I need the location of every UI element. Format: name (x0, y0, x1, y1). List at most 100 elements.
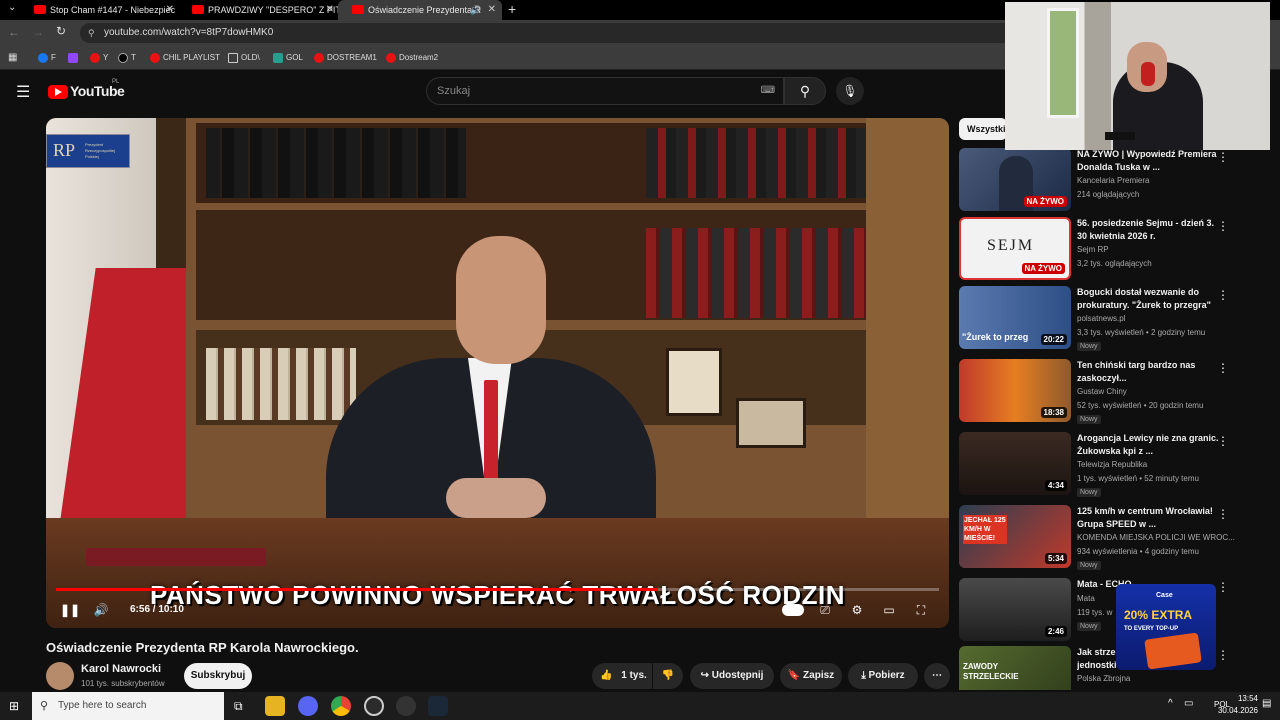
fullscreen-icon[interactable]: ⛶ (912, 600, 930, 620)
forward-icon[interactable]: → (32, 25, 44, 39)
tab-label: Stop Cham #1447 - Niebezpiec (50, 5, 176, 15)
dislike-button[interactable]: 👎 (653, 663, 683, 689)
discord-icon[interactable] (298, 696, 318, 716)
chrome-icon[interactable] (331, 696, 351, 716)
clock-time[interactable]: 13:54 (1218, 694, 1258, 703)
new-tab-icon[interactable]: + (508, 0, 516, 18)
thumb-caption: JECHAŁ 125 KM/H W MIEŚCIE! (963, 515, 1007, 544)
task-view-icon[interactable]: ⧉ (234, 699, 243, 714)
autoplay-toggle[interactable] (782, 604, 804, 616)
settings-icon[interactable]: ⚙ (848, 600, 866, 620)
time-display: 6:56 / 10:10 (130, 604, 184, 615)
tab-oswiadczenie[interactable]: Oświadczenie Prezydenta R 🔊 ✕ (338, 0, 502, 20)
site-info-icon[interactable]: ⚲ (88, 23, 95, 43)
recommended-video[interactable]: NA ŻYWO NA ŻYWO | Wypowiedź Premiera Don… (959, 148, 1259, 214)
progress-bar[interactable] (56, 588, 939, 591)
more-vert-icon[interactable]: ⋮ (1217, 219, 1229, 233)
share-label: Udostępnij (711, 670, 764, 681)
play-triangle-icon (55, 88, 62, 96)
menu-icon[interactable]: ☰ (16, 82, 30, 102)
url-text: youtube.com/watch?v=8tP7dowHMK0 (104, 27, 274, 38)
reload-icon[interactable]: ↻ (56, 24, 66, 38)
bookmark-t[interactable]: T (118, 46, 136, 70)
bookmark-twitch[interactable] (68, 46, 81, 70)
more-vert-icon[interactable]: ⋮ (1217, 434, 1229, 448)
video-thumbnail: NA ŻYWO (959, 148, 1071, 211)
apps-icon[interactable]: ▦ (8, 46, 17, 70)
download-button[interactable]: ⤓ Pobierz (848, 663, 918, 689)
chip-all[interactable]: Wszystki (959, 118, 1007, 140)
channel-name: Sejm RP (1077, 245, 1109, 254)
tab-stop-cham[interactable]: Stop Cham #1447 - Niebezpiec ✕ (20, 0, 180, 20)
video-title: NA ŻYWO | Wypowiedź Premiera Donalda Tus… (1077, 149, 1217, 172)
bookmark-dostream1[interactable]: DOSTREAM1 (314, 46, 377, 70)
recommended-video[interactable]: 4:34 Arogancja Lewicy nie zna granic. Żu… (959, 432, 1259, 498)
tab-list-icon[interactable]: ⌄ (8, 2, 16, 13)
recommended-video[interactable]: 18:38 Ten chiński targ bardzo nas zaskoc… (959, 359, 1259, 425)
bookmark-old[interactable]: OLD\ (228, 46, 260, 70)
taskbar-search-input[interactable]: ⚲ Type here to search (32, 692, 224, 720)
live-badge: NA ŻYWO (1023, 196, 1067, 207)
x-icon (118, 52, 128, 63)
miniplayer-icon[interactable]: ▭ (880, 600, 898, 620)
video-meta: 3,3 tys. wyświetleń • 2 godziny temu (1077, 328, 1206, 337)
audio-playing-icon[interactable]: 🔊 (470, 0, 481, 20)
search-icon: ⚲ (799, 83, 811, 99)
more-vert-icon[interactable]: ⋮ (1217, 361, 1229, 375)
tab-despero[interactable]: PRAWDZIWY "DESPERO" Z PITE ✕ (178, 0, 340, 20)
video-title: Bogucki dostał wezwanie do prokuratury. … (1077, 287, 1211, 310)
pause-icon[interactable]: ❚❚ (60, 600, 80, 620)
steam-icon[interactable] (428, 696, 448, 716)
search-input[interactable]: Szukaj ⌨ (426, 77, 784, 105)
tray-chevron-icon[interactable]: ^ (1168, 698, 1173, 709)
subscribe-button[interactable]: Subskrybuj (184, 663, 252, 689)
video-title: 56. posiedzenie Sejmu - dzień 3. 30 kwie… (1077, 218, 1215, 241)
windows-start-icon[interactable]: ⊞ (9, 699, 19, 713)
new-badge: Nowy (1077, 415, 1101, 424)
more-vert-icon[interactable]: ⋮ (1217, 288, 1229, 302)
speaker-head (456, 236, 546, 364)
share-button[interactable]: ↪ Udostępnij (690, 663, 774, 689)
back-icon[interactable]: ← (8, 25, 20, 39)
bookmark-y[interactable]: Y (90, 46, 108, 70)
close-icon[interactable]: ✕ (166, 0, 174, 20)
bookmark-dostream2[interactable]: Dostream2 (386, 46, 438, 70)
ad-banner[interactable]: Case 20% EXTRA TO EVERY TOP-UP (1116, 584, 1216, 670)
video-thumbnail: 2:46 (959, 578, 1071, 641)
more-actions-button[interactable]: ⋯ (924, 663, 950, 689)
bookmark-f[interactable]: F (38, 46, 56, 70)
clock-date[interactable]: 30.04.2026 (1200, 706, 1258, 715)
recommended-video[interactable]: SEJM NA ŻYWO 56. posiedzenie Sejmu - dzi… (959, 217, 1259, 283)
close-icon[interactable]: ✕ (488, 0, 496, 20)
keyboard-icon[interactable]: ⌨ (761, 78, 775, 104)
video-player[interactable]: RP Prezydent Rzeczypospolitej Polskiej P… (46, 118, 949, 628)
file-explorer-icon[interactable] (265, 696, 285, 716)
close-icon[interactable]: ✕ (326, 0, 334, 20)
bookmark-chil-playlist[interactable]: CHIL PLAYLIST (150, 46, 220, 70)
download-icon: ⤓ (861, 670, 866, 681)
recommended-video[interactable]: JECHAŁ 125 KM/H W MIEŚCIE! 5:34 125 km/h… (959, 505, 1259, 571)
network-icon[interactable]: ▭ (1184, 698, 1193, 709)
tab-label: PRAWDZIWY "DESPERO" Z PITE (208, 5, 340, 15)
video-thumbnail: 18:38 (959, 359, 1071, 422)
more-vert-icon[interactable]: ⋮ (1217, 150, 1229, 164)
notification-icon[interactable]: ▤ (1262, 698, 1271, 709)
voice-search-button[interactable]: 🎙 (836, 77, 864, 105)
like-button[interactable]: 👍 1 tys. (592, 663, 652, 689)
ad-brand: Case (1156, 592, 1173, 599)
obs-icon[interactable] (364, 696, 384, 716)
search-button[interactable]: ⚲ (784, 77, 826, 105)
more-vert-icon[interactable]: ⋮ (1217, 580, 1229, 594)
pin-app-icon[interactable] (396, 696, 416, 716)
channel-avatar[interactable] (46, 662, 74, 690)
volume-icon[interactable]: 🔊 (92, 600, 110, 620)
channel-name: Gustaw Chiny (1077, 387, 1127, 396)
save-button[interactable]: 🔖 Zapisz (780, 663, 842, 689)
subtitles-icon[interactable]: ⎚ (816, 600, 834, 620)
recommended-video[interactable]: "Żurek to przeg 20:22 Bogucki dostał wez… (959, 286, 1259, 352)
more-vert-icon[interactable]: ⋮ (1217, 507, 1229, 521)
bookmark-gol[interactable]: GOL (273, 46, 303, 70)
channel-name[interactable]: Karol Nawrocki (81, 663, 161, 675)
more-vert-icon[interactable]: ⋮ (1217, 648, 1229, 662)
video-meta: 119 tys. w (1077, 608, 1113, 617)
